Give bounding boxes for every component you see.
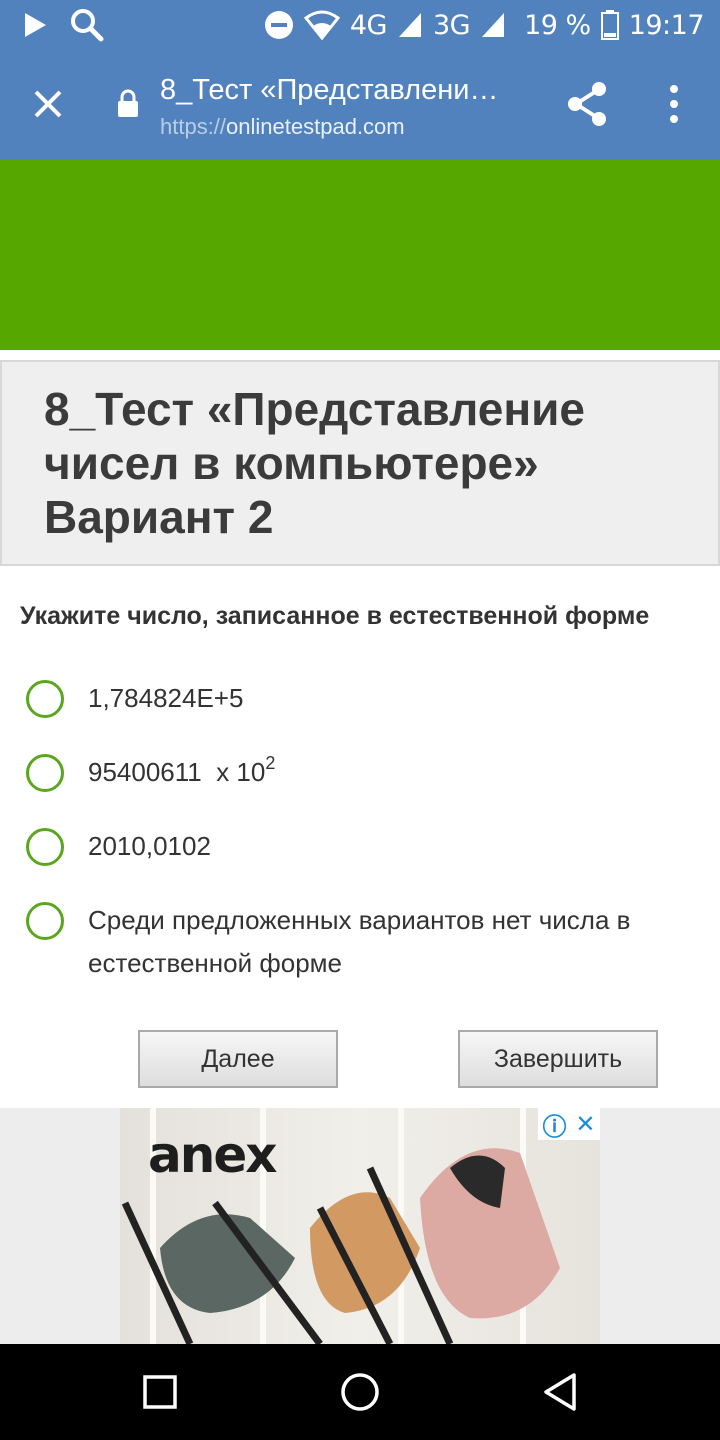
clock: 19:17 [628, 9, 705, 41]
signal-icon [398, 13, 421, 37]
do-not-disturb-icon [264, 11, 293, 39]
answer-option-4[interactable]: Среди предложенных вариантов нет числа в… [26, 902, 706, 985]
radio-button[interactable] [26, 902, 64, 940]
share-icon [568, 82, 606, 126]
url-protocol: https:// [160, 114, 227, 139]
menu-dot [670, 115, 678, 123]
ad-banner[interactable]: anex ⓘ ✕ [120, 1108, 600, 1344]
answer-option-1[interactable]: 1,784824E+5 [26, 680, 706, 720]
overflow-menu-button[interactable] [650, 78, 698, 130]
url-text: https://onlinetestpad.com [160, 112, 530, 142]
wifi-icon [303, 10, 340, 40]
finish-button[interactable]: Завершить [458, 1030, 658, 1088]
exponent: 2 [265, 753, 276, 773]
recent-apps-button[interactable] [132, 1364, 188, 1420]
close-button[interactable] [20, 76, 76, 132]
header-banner [0, 160, 720, 350]
info-icon[interactable]: ⓘ [542, 1108, 566, 1142]
lock-icon [118, 89, 138, 117]
status-bar: 4G 3G 19 % 19:17 [0, 0, 720, 50]
back-button[interactable] [532, 1364, 588, 1420]
test-header: 8_Тест «Представление чисел в компьютере… [0, 360, 720, 566]
page-info[interactable]: 8_Тест «Представлени… https://onlinetest… [160, 70, 530, 142]
next-button[interactable]: Далее [138, 1030, 338, 1088]
tab-title: 8_Тест «Представлени… [160, 74, 499, 106]
battery-icon [600, 10, 619, 40]
close-icon [34, 90, 62, 118]
option-label: 2010,0102 [88, 831, 211, 861]
radio-button[interactable] [26, 680, 64, 718]
search-icon [71, 9, 104, 42]
option-label: 1,784824E+5 [88, 683, 244, 713]
ad-container: anex ⓘ ✕ [0, 1108, 720, 1344]
answer-option-2[interactable]: 95400611 x 102 [26, 754, 706, 794]
triangle-back-icon [544, 1373, 576, 1411]
question-text: Укажите число, записанное в естественной… [20, 602, 650, 630]
option-value: 95400611 x 10 [88, 757, 266, 787]
circle-icon [341, 1373, 379, 1411]
signal-icon-2 [482, 13, 505, 37]
menu-dot [670, 85, 678, 93]
answer-option-3[interactable]: 2010,0102 [26, 828, 706, 868]
page-title: 8_Тест «Представление чисел в компьютере… [44, 383, 585, 543]
browser-top-bar: 4G 3G 19 % 19:17 8_Тест «Представлени… h… [0, 0, 720, 160]
battery-percent: 19 % [524, 9, 591, 41]
network-4g-label: 4G [349, 9, 388, 41]
url-host: onlinetestpad.com [226, 114, 405, 139]
option-label: Среди предложенных вариантов нет числа в… [88, 905, 631, 978]
home-button[interactable] [332, 1364, 388, 1420]
menu-dot [670, 100, 678, 108]
share-button[interactable] [562, 78, 614, 130]
square-icon [143, 1375, 177, 1409]
ad-choices[interactable]: ⓘ ✕ [538, 1108, 600, 1142]
custom-tab-toolbar: 8_Тест «Представлени… https://onlinetest… [0, 50, 720, 160]
option-label: 95400611 x 102 [88, 751, 275, 794]
play-icon [25, 13, 46, 37]
system-navigation-bar [0, 1344, 720, 1440]
radio-button[interactable] [26, 754, 64, 792]
network-3g-label: 3G [432, 9, 471, 41]
ad-logo: anex [148, 1126, 277, 1184]
close-ad-icon[interactable]: ✕ [575, 1110, 595, 1139]
radio-button[interactable] [26, 828, 64, 866]
